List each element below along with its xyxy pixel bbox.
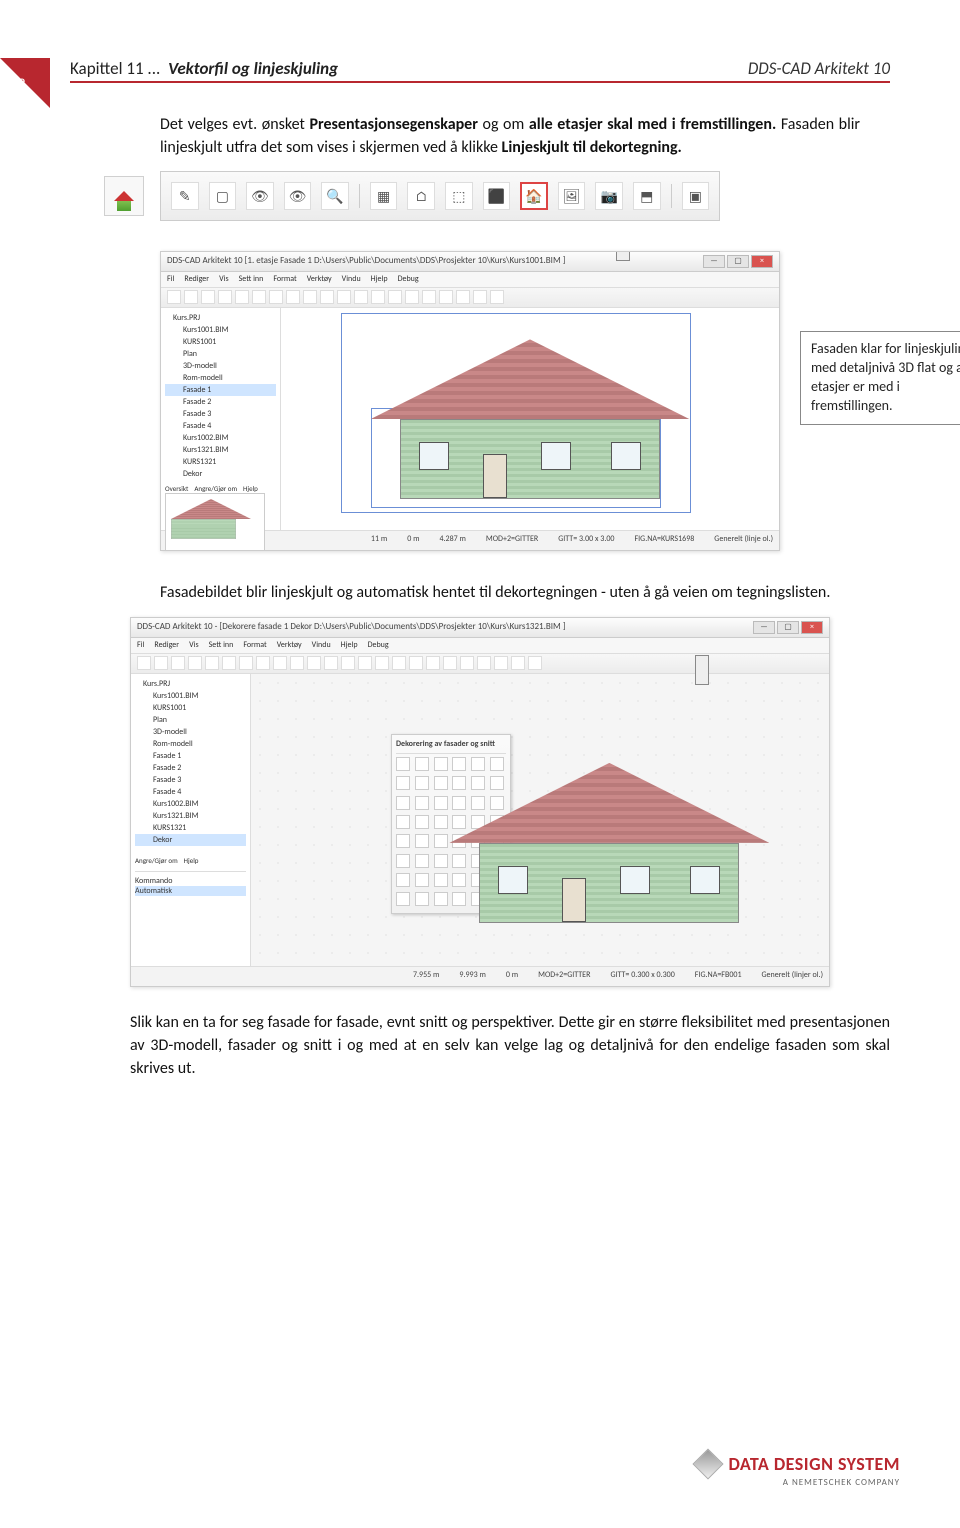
preview-thumbnail — [165, 493, 265, 551]
toolbar-icon: ⌂ — [407, 182, 435, 210]
content-area: Det velges evt. ønsket Presentasjonsegen… — [160, 113, 860, 1080]
side-tabs: Oversikt Angre/Gjør om Hjelp — [165, 484, 276, 493]
app-toolbar — [131, 654, 829, 674]
toolbar-icon: 👁 — [246, 182, 274, 210]
side-list: Kommando Automatisk — [135, 871, 246, 896]
minimize-icon: — — [703, 255, 725, 268]
maximize-icon: ▢ — [727, 255, 749, 268]
screenshot1: DDS-CAD Arkitekt 10 [1. etasje Fasade 1 … — [160, 251, 780, 551]
minimize-icon: — — [753, 621, 775, 634]
page-number-badge: 8 — [0, 58, 50, 108]
toolbar-icon: 🔍 — [321, 182, 349, 210]
toolbar-icon: ⬛ — [483, 182, 511, 210]
toolbar-icon: ▢ — [209, 182, 237, 210]
project-tree: Kurs.PRJ Kurs1001.BIM KURS1001 Plan 3D-m… — [131, 674, 251, 966]
drawing-canvas: Dekorering av fasader og snitt — [251, 674, 829, 966]
toolbar-icon: ✎ — [171, 182, 199, 210]
window-title: DDS-CAD Arkitekt 10 [1. etasje Fasade 1 … — [167, 255, 565, 268]
toolbar-icon: ⬚ — [445, 182, 473, 210]
brand-name: DATA DESIGN SYSTEM — [728, 1453, 900, 1475]
page-header: Kapittel 11 ... Vektorfil og linjeskjuli… — [70, 58, 890, 83]
window-title: DDS-CAD Arkitekt 10 - [Dekorere fasade 1… — [137, 621, 566, 634]
toolbar-icon: 📷 — [595, 182, 623, 210]
logo-icon — [692, 1448, 723, 1479]
menubar: Fil Rediger Vis Sett inn Format Verktøy … — [161, 272, 779, 288]
house-glyph — [114, 191, 134, 201]
header-right: DDS-CAD Arkitekt 10 — [748, 58, 890, 79]
header-chapter: Kapittel 11 ... — [70, 58, 160, 79]
screenshot-body: Kurs.PRJ Kurs1001.BIM KURS1001 Plan 3D-m… — [161, 308, 779, 530]
house-drawing — [449, 763, 769, 923]
window-titlebar: DDS-CAD Arkitekt 10 - [Dekorere fasade 1… — [131, 618, 829, 638]
screenshot-body: Kurs.PRJ Kurs1001.BIM KURS1001 Plan 3D-m… — [131, 674, 829, 966]
screenshot1-wrap: DDS-CAD Arkitekt 10 [1. etasje Fasade 1 … — [160, 251, 860, 551]
paragraph-3: Slik kan en ta for seg fasade for fasade… — [130, 1011, 890, 1081]
drawing-canvas — [281, 308, 779, 530]
maximize-icon: ▢ — [777, 621, 799, 634]
paragraph-1: Det velges evt. ønsket Presentasjonsegen… — [160, 113, 860, 159]
page-number: 8 — [18, 76, 26, 94]
toolbar-icon: ⬒ — [633, 182, 661, 210]
callout-text: Fasaden klar for linjeskjuling, med deta… — [800, 331, 960, 425]
toolbar-icon: ▣ — [682, 182, 710, 210]
window-controls: — ▢ × — [753, 621, 823, 634]
close-icon: × — [751, 255, 773, 268]
footer-logo: DATA DESIGN SYSTEM A NEMETSCHEK COMPANY — [697, 1453, 900, 1488]
side-tabs: Angre/Gjør om Hjelp — [135, 856, 246, 865]
toolbar-icon: 🖼 — [558, 182, 586, 210]
brand-sub: A NEMETSCHEK COMPANY — [697, 1477, 900, 1488]
app-toolbar — [161, 288, 779, 308]
toolbar-icon: 👁 — [284, 182, 312, 210]
paragraph-2: Fasadebildet blir linjeskjult og automat… — [160, 581, 860, 604]
window-titlebar: DDS-CAD Arkitekt 10 [1. etasje Fasade 1 … — [161, 252, 779, 272]
window-controls: — ▢ × — [703, 255, 773, 268]
screenshot2: DDS-CAD Arkitekt 10 - [Dekorere fasade 1… — [130, 617, 830, 987]
menubar: Fil Rediger Vis Sett inn Format Verktøy … — [131, 638, 829, 654]
close-icon: × — [801, 621, 823, 634]
header-title: Vektorfil og linjeskjuling — [168, 58, 338, 79]
toolbar-icon: ▦ — [370, 182, 398, 210]
house-drawing — [370, 339, 690, 499]
toolbar-strip: ✎ ▢ 👁 👁 🔍 ▦ ⌂ ⬚ ⬛ 🏠 🖼 📷 ⬒ ▣ — [160, 171, 720, 221]
inline-house-icon — [104, 176, 144, 216]
toolbar-icon-selected: 🏠 — [520, 182, 548, 210]
project-tree: Kurs.PRJ Kurs1001.BIM KURS1001 Plan 3D-m… — [161, 308, 281, 530]
header-left: Kapittel 11 ... Vektorfil og linjeskjuli… — [70, 58, 338, 79]
statusbar: 7.955 m 9.993 m 0 m MOD+2=GITTER GITT= 0… — [131, 966, 829, 986]
